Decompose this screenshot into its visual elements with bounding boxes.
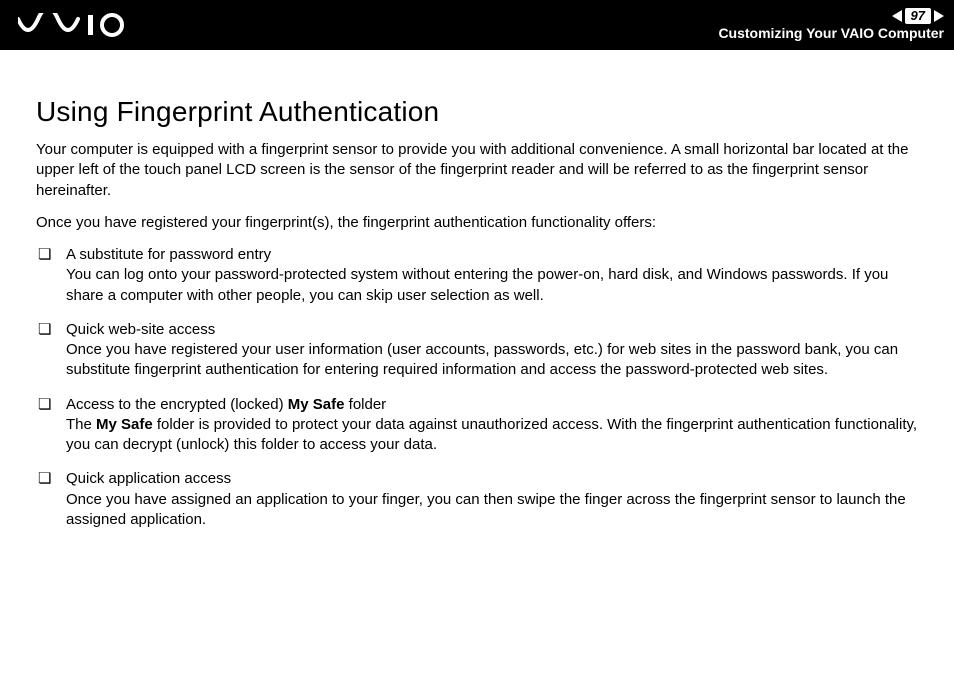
item-title: Quick web-site access (66, 321, 215, 338)
header-bar: 97 Customizing Your VAIO Computer (0, 0, 954, 50)
page-title: Using Fingerprint Authentication (36, 96, 918, 128)
item-body: Once you have assigned an application to… (66, 490, 918, 531)
page-content: Using Fingerprint Authentication Your co… (0, 50, 954, 564)
vaio-logo-icon (18, 13, 128, 37)
next-page-arrow-icon[interactable] (934, 10, 944, 22)
header-right: 97 Customizing Your VAIO Computer (718, 8, 944, 41)
item-title: Access to the encrypted (locked) My Safe… (66, 396, 386, 413)
item-title: A substitute for password entry (66, 246, 271, 263)
feature-list: A substitute for password entry You can … (36, 245, 918, 530)
item-title: Quick application access (66, 470, 231, 487)
list-item: Access to the encrypted (locked) My Safe… (36, 395, 918, 456)
intro-paragraph-1: Your computer is equipped with a fingerp… (36, 140, 918, 201)
intro-paragraph-2: Once you have registered your fingerprin… (36, 213, 918, 233)
item-body: Once you have registered your user infor… (66, 340, 918, 381)
list-item: Quick web-site access Once you have regi… (36, 320, 918, 381)
item-body: You can log onto your password-protected… (66, 265, 918, 306)
page-number-badge: 97 (905, 8, 931, 24)
page-nav: 97 (892, 8, 944, 24)
prev-page-arrow-icon[interactable] (892, 10, 902, 22)
item-body: The My Safe folder is provided to protec… (66, 415, 918, 456)
breadcrumb: Customizing Your VAIO Computer (718, 25, 944, 41)
list-item: A substitute for password entry You can … (36, 245, 918, 306)
list-item: Quick application access Once you have a… (36, 469, 918, 530)
